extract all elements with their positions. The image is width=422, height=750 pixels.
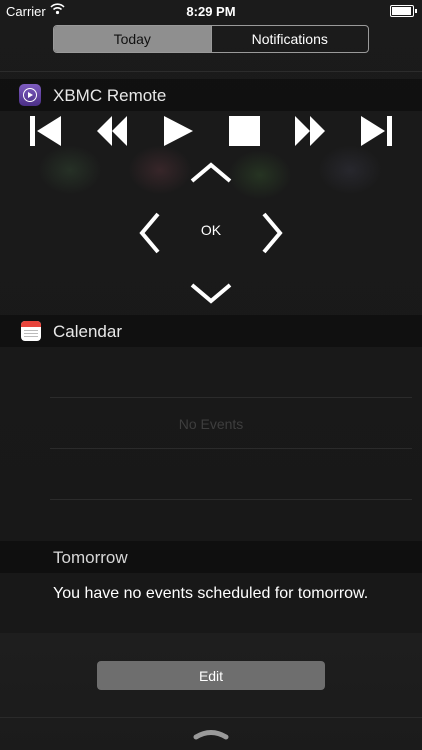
ok-button[interactable]: OK (190, 222, 232, 238)
xbmc-widget-title: XBMC Remote (53, 86, 167, 105)
battery-icon (390, 5, 417, 17)
divider (0, 717, 422, 718)
fast-forward-icon[interactable] (294, 116, 326, 146)
rewind-icon[interactable] (96, 116, 128, 146)
status-bar: Carrier 8:29 PM (0, 0, 422, 22)
calendar-app-icon (21, 321, 41, 341)
no-events-label: No Events (178, 416, 244, 432)
chevron-right-icon[interactable] (260, 212, 284, 254)
tab-today[interactable]: Today (54, 26, 211, 52)
tab-notifications[interactable]: Notifications (210, 26, 369, 52)
clock-time: 8:29 PM (186, 4, 236, 19)
stop-icon[interactable] (229, 116, 261, 146)
skip-back-icon[interactable] (30, 116, 62, 146)
chevron-up-icon[interactable] (190, 162, 232, 184)
edit-button[interactable]: Edit (97, 661, 325, 690)
tomorrow-label: Tomorrow (53, 548, 128, 567)
view-segmented-control: Today Notifications (53, 25, 369, 53)
play-icon[interactable] (163, 116, 195, 146)
divider (0, 71, 422, 72)
skip-forward-icon[interactable] (360, 116, 392, 146)
calendar-widget-title: Calendar (53, 322, 122, 341)
xbmc-app-icon (19, 84, 41, 106)
chevron-left-icon[interactable] (138, 212, 162, 254)
calendar-grid-line (50, 397, 412, 398)
chevron-down-icon[interactable] (190, 282, 232, 304)
pull-handle-icon[interactable] (193, 726, 229, 740)
calendar-grid-line (50, 448, 412, 449)
calendar-grid-line (50, 499, 412, 500)
tomorrow-message: You have no events scheduled for tomorro… (53, 585, 369, 602)
